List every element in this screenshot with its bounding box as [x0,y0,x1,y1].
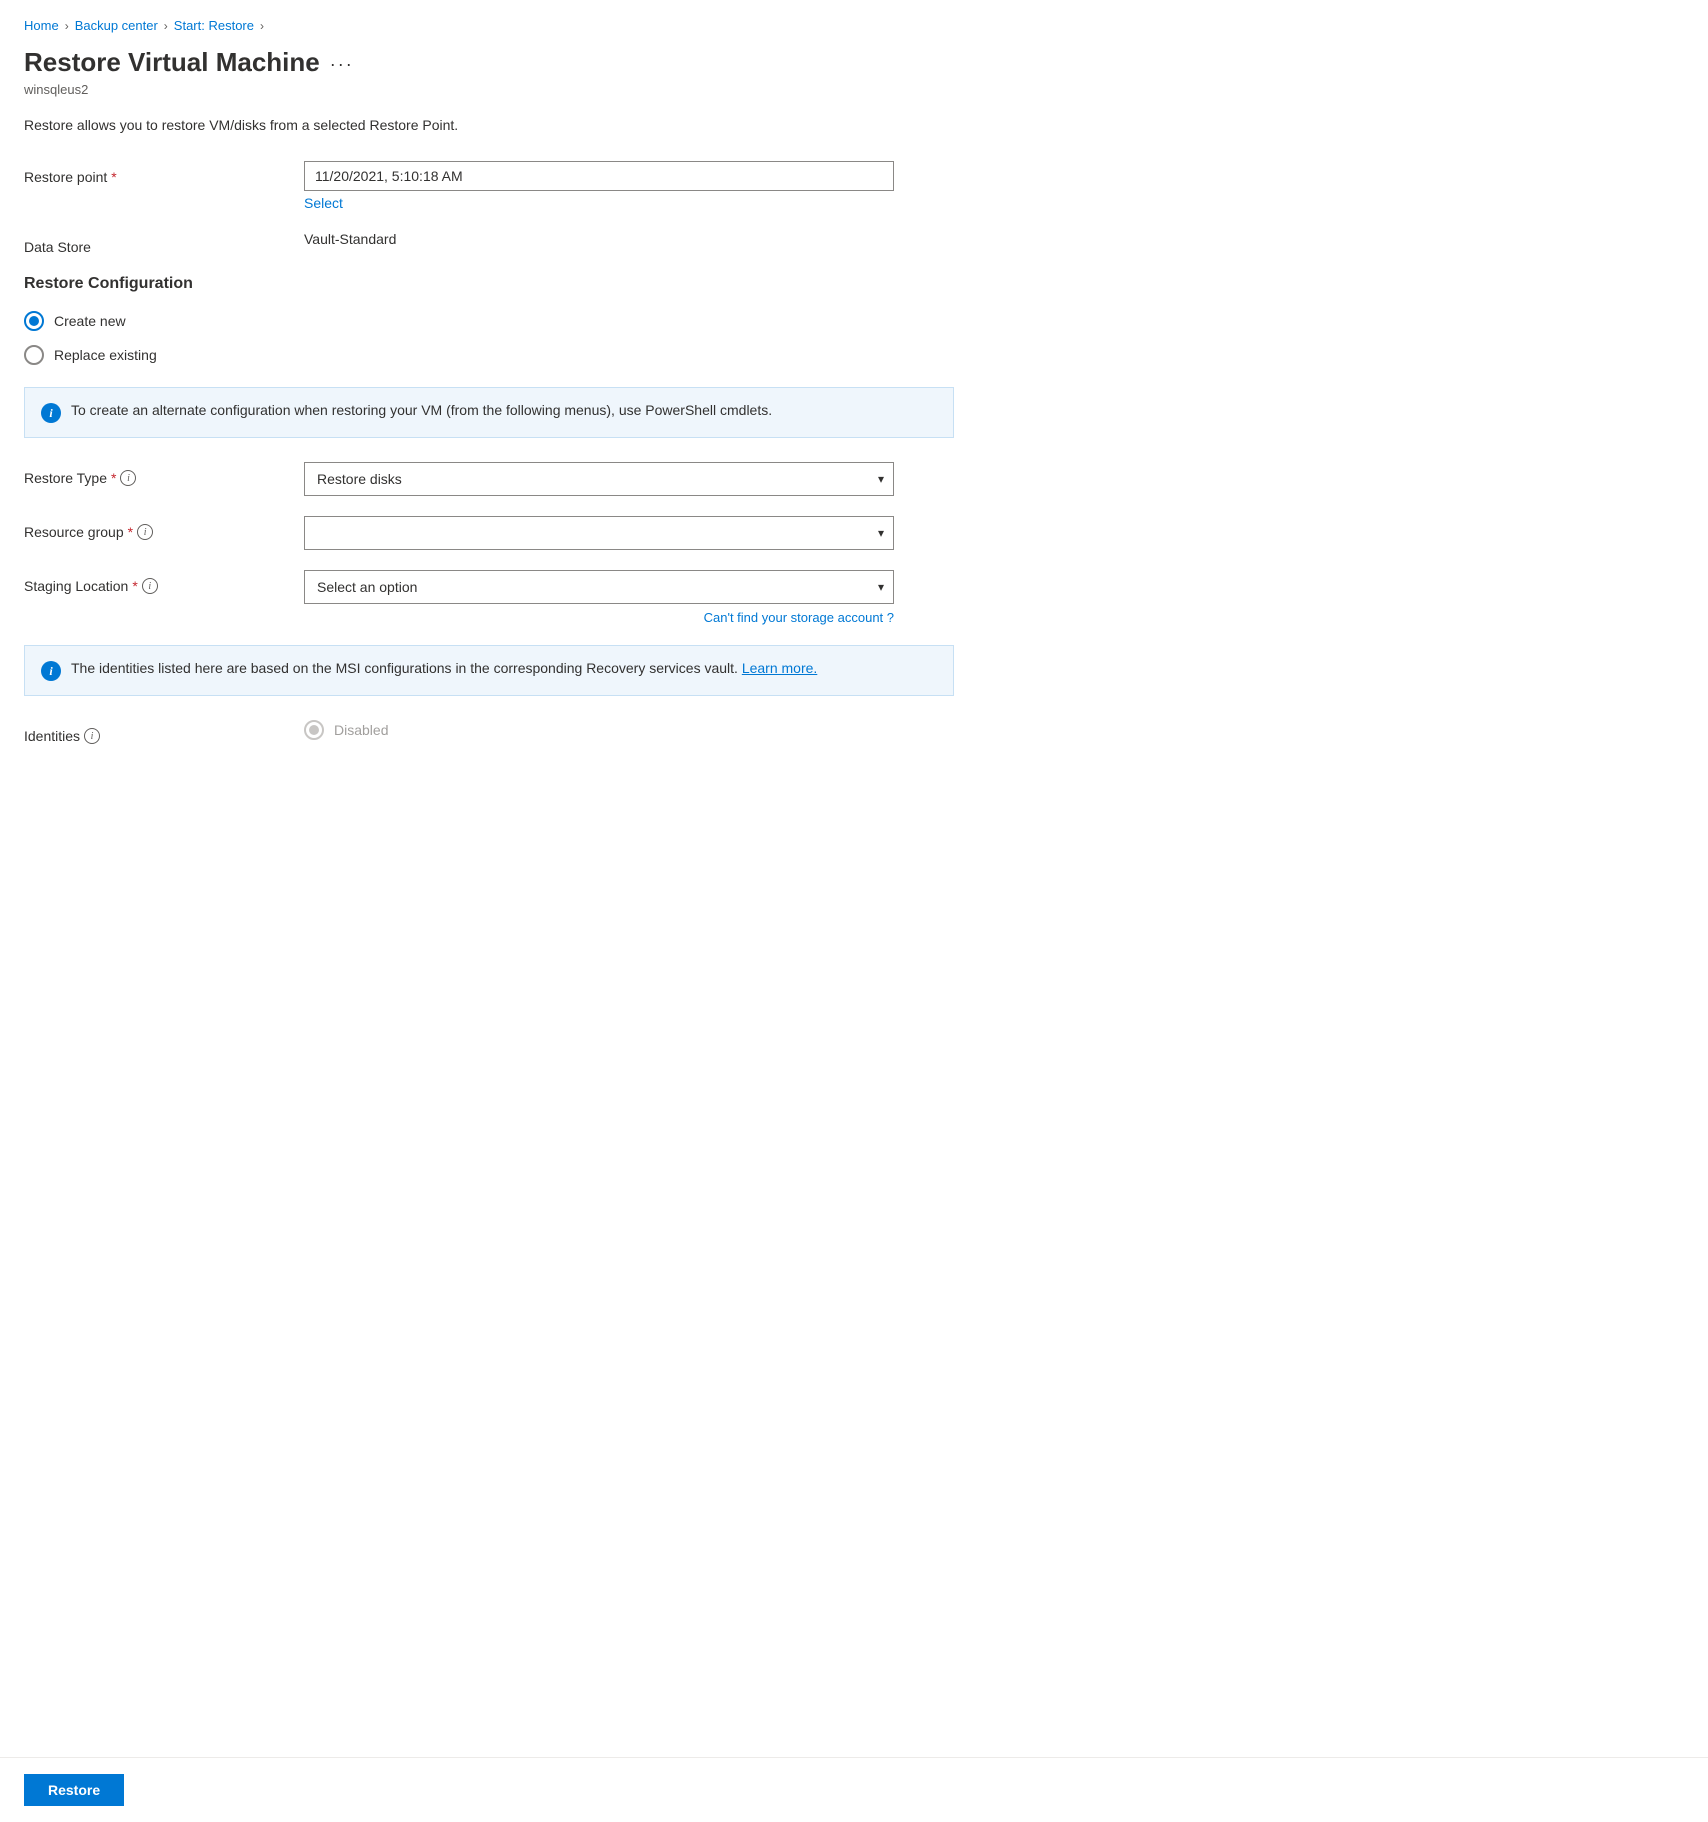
radio-create-new-circle [24,311,44,331]
page-description: Restore allows you to restore VM/disks f… [24,117,1676,133]
restore-point-select-link[interactable]: Select [304,195,1676,211]
restore-config-title: Restore Configuration [24,275,1676,293]
restore-point-label: Restore point * [24,161,304,185]
restore-point-required: * [111,169,116,185]
restore-config-radio-group: Create new Replace existing [24,311,1676,365]
identities-label: Identities i [24,720,304,744]
restore-type-value: Restore disksCreate virtual machine ▾ [304,462,1676,496]
breadcrumb: Home › Backup center › Start: Restore › [24,18,1676,33]
breadcrumb-sep-1: › [65,19,69,33]
page-title: Restore Virtual Machine [24,47,320,78]
data-store-label: Data Store [24,231,304,255]
powershell-info-banner: i To create an alternate configuration w… [24,387,954,438]
breadcrumb-home[interactable]: Home [24,18,59,33]
restore-type-required: * [111,470,116,486]
radio-replace-existing-circle [24,345,44,365]
data-store-value: Vault-Standard [304,231,1676,247]
resource-group-dropdown-wrapper: ▾ [304,516,894,550]
radio-create-new[interactable]: Create new [24,311,1676,331]
identities-info-icon: i [41,661,61,681]
staging-location-dropdown-wrapper: Select an option ▾ [304,570,894,604]
staging-location-required: * [132,578,137,594]
restore-point-input[interactable] [304,161,894,191]
resource-group-value: ▾ [304,516,1676,550]
info-banner-text: To create an alternate configuration whe… [71,402,772,418]
data-store-row: Data Store Vault-Standard [24,231,1676,255]
page-subtitle: winsqleus2 [24,82,1676,97]
identities-disabled-row: Disabled [304,720,1676,740]
identities-radio-disabled [304,720,324,740]
identities-value: Disabled [304,720,1676,740]
breadcrumb-sep-3: › [260,19,264,33]
resource-group-info-icon: i [137,524,153,540]
restore-button[interactable]: Restore [24,1774,124,1806]
staging-location-row: Staging Location * i Select an option ▾ … [24,570,1676,625]
resource-group-row: Resource group * i ▾ [24,516,1676,550]
staging-location-value: Select an option ▾ Can't find your stora… [304,570,1676,625]
resource-group-required: * [128,524,133,540]
restore-type-info-icon: i [120,470,136,486]
cant-find-storage-link[interactable]: Can't find your storage account ? [304,610,894,625]
more-options-button[interactable]: ··· [330,54,354,75]
breadcrumb-backup-center[interactable]: Backup center [75,18,158,33]
restore-type-row: Restore Type * i Restore disksCreate vir… [24,462,1676,496]
breadcrumb-start-restore[interactable]: Start: Restore [174,18,254,33]
restore-point-row: Restore point * Select [24,161,1676,211]
radio-create-new-label: Create new [54,313,126,329]
identities-info-banner: i The identities listed here are based o… [24,645,954,696]
restore-type-select[interactable]: Restore disksCreate virtual machine [304,462,894,496]
radio-replace-existing-label: Replace existing [54,347,157,363]
identities-disabled-label: Disabled [334,722,388,738]
identities-row: Identities i Disabled [24,720,1676,744]
staging-location-label: Staging Location * i [24,570,304,594]
radio-replace-existing[interactable]: Replace existing [24,345,1676,365]
learn-more-link[interactable]: Learn more. [742,660,817,676]
resource-group-select[interactable] [304,516,894,550]
staging-location-select[interactable]: Select an option [304,570,894,604]
identities-info-text: The identities listed here are based on … [71,660,817,676]
identities-info-icon-label: i [84,728,100,744]
restore-point-value-area: Select [304,161,1676,211]
info-icon: i [41,403,61,423]
resource-group-label: Resource group * i [24,516,304,540]
breadcrumb-sep-2: › [164,19,168,33]
restore-type-label: Restore Type * i [24,462,304,486]
page-footer: Restore [0,1757,1708,1822]
staging-location-info-icon: i [142,578,158,594]
restore-type-dropdown-wrapper: Restore disksCreate virtual machine ▾ [304,462,894,496]
